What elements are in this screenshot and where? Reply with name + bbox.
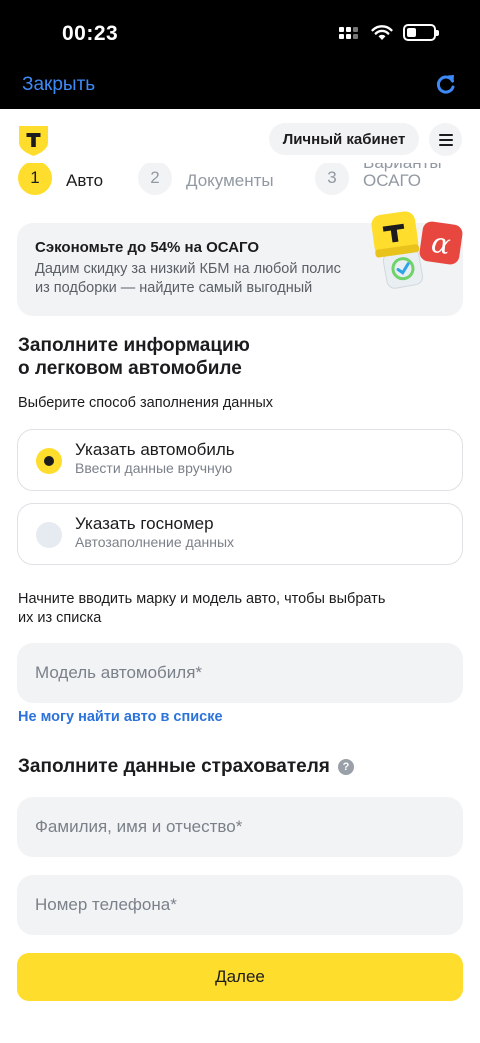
hamburger-icon-line xyxy=(438,133,453,136)
car-section-title-line2: о легковом автомобиле xyxy=(18,358,242,379)
option-specify-plate-title: Указать госномер xyxy=(75,514,214,533)
tbank-logo[interactable] xyxy=(17,124,50,157)
phone-input[interactable] xyxy=(17,875,463,935)
car-section-title-line1: Заполните информацию xyxy=(18,335,250,356)
full-name-input[interactable] xyxy=(17,797,463,857)
progress-steps: 1 Авто 2 Документы 3 Варианты ОСАГО xyxy=(0,163,480,199)
menu-button[interactable] xyxy=(429,123,462,156)
promo-title: Сэкономьте до 54% на ОСАГО xyxy=(35,239,260,256)
refresh-icon[interactable] xyxy=(434,72,458,96)
battery-icon xyxy=(403,24,439,41)
radio-checked-icon[interactable] xyxy=(36,448,62,474)
option-specify-plate-subtitle: Автозаполнение данных xyxy=(75,534,235,550)
promo-text: Дадим скидку за низкий КБМ на любой поли… xyxy=(35,261,341,296)
status-time: 00:23 xyxy=(62,22,119,45)
radio-unchecked-icon[interactable] xyxy=(36,522,62,548)
cellular-signal-icon xyxy=(339,26,361,39)
hamburger-icon-line xyxy=(438,138,453,141)
step-3-label-line2: ОСАГО xyxy=(363,171,421,190)
car-model-input[interactable] xyxy=(17,643,463,703)
status-icons xyxy=(339,24,439,41)
insurer-section-title: Заполните данные страхователя xyxy=(18,756,330,777)
insurance-cards-illustration: α xyxy=(371,211,463,289)
step-3-label: Варианты ОСАГО xyxy=(363,163,442,190)
option-specify-car-title: Указать автомобиль xyxy=(75,440,235,459)
fill-method-subtitle: Выберите способ заполнения данных xyxy=(18,395,274,411)
promo-banner[interactable]: Сэкономьте до 54% на ОСАГО Дадим скидку … xyxy=(17,211,463,316)
personal-account-button[interactable]: Личный кабинет xyxy=(269,123,419,155)
next-button[interactable]: Далее xyxy=(17,953,463,1001)
option-specify-car-subtitle: Ввести данные вручную xyxy=(75,460,233,476)
phone-field[interactable] xyxy=(17,875,463,935)
option-specify-plate[interactable]: Указать госномер Автозаполнение данных xyxy=(17,503,463,565)
step-2-number: 2 xyxy=(138,163,172,195)
step-1-number: 1 xyxy=(18,163,52,195)
model-hint-line1: Начните вводить марку и модель авто, что… xyxy=(18,591,386,607)
wifi-icon xyxy=(371,25,393,40)
car-not-found-link[interactable]: Не могу найти авто в списке xyxy=(18,709,223,725)
help-icon[interactable]: ? xyxy=(338,759,354,775)
full-name-field[interactable] xyxy=(17,797,463,857)
option-specify-car[interactable]: Указать автомобиль Ввести данные вручную xyxy=(17,429,463,491)
model-hint: Начните вводить марку и модель авто, что… xyxy=(18,590,385,628)
step-1-label: Авто xyxy=(66,171,104,190)
hamburger-icon-line xyxy=(438,143,453,146)
car-model-field[interactable] xyxy=(17,643,463,703)
model-hint-line2: их из списка xyxy=(18,610,102,626)
status-bar: 00:23 Закрыть xyxy=(0,0,480,109)
step-3-number: 3 xyxy=(315,163,349,195)
car-section-title: Заполните информацию о легковом автомоби… xyxy=(18,334,250,380)
close-button[interactable]: Закрыть xyxy=(22,74,95,96)
step-2-label: Документы xyxy=(186,171,274,190)
